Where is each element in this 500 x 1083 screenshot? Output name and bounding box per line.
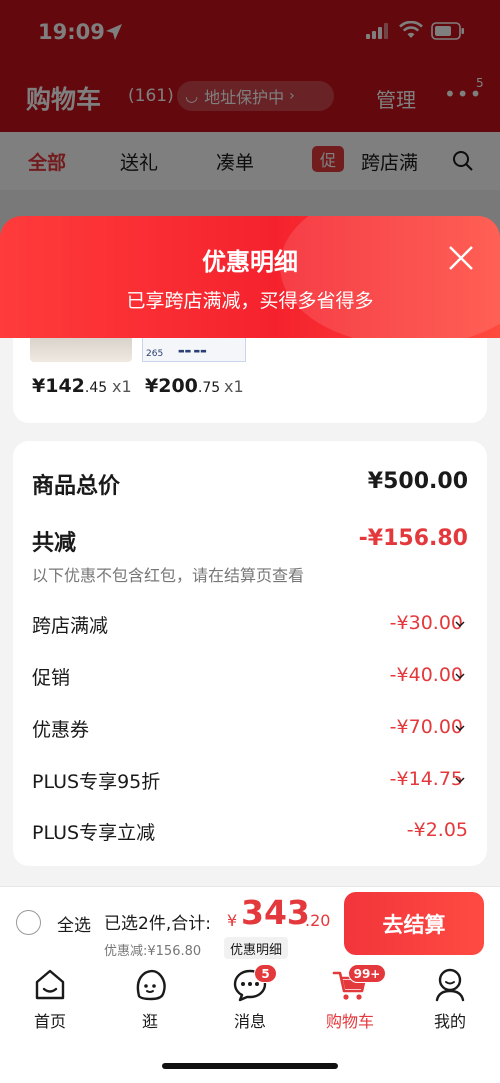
coupon-label: 优惠券 bbox=[32, 719, 90, 741]
chevron-down-icon[interactable] bbox=[455, 672, 465, 680]
thumbnail-text: 265 bbox=[146, 349, 164, 359]
profile-icon bbox=[435, 968, 465, 1002]
total-amount: 343 bbox=[241, 893, 310, 932]
cart-badge: 99+ bbox=[348, 964, 386, 983]
promotion-label: 促销 bbox=[32, 667, 71, 689]
total-price-label: 商品总价 bbox=[32, 474, 121, 499]
home-icon bbox=[35, 969, 65, 1000]
chevron-down-icon[interactable] bbox=[455, 620, 465, 628]
total-currency: ¥ bbox=[227, 911, 238, 930]
discount-detail-card bbox=[13, 441, 487, 866]
nav-cart-label: 购物车 bbox=[325, 1012, 374, 1031]
nav-messages-label: 消息 bbox=[233, 1012, 266, 1031]
chevron-down-icon[interactable] bbox=[455, 724, 465, 732]
plus-95-discount-label: PLUS专享95折 bbox=[32, 771, 161, 793]
home-indicator bbox=[162, 1063, 338, 1069]
coupon-value[interactable]: -¥70.00 bbox=[390, 716, 463, 738]
total-reduce-value: -¥156.80 bbox=[358, 526, 468, 551]
nav-home-label: 首页 bbox=[33, 1012, 66, 1031]
nav-browse[interactable]: 逛 bbox=[115, 966, 185, 1032]
total-reduce-label: 共减 bbox=[32, 531, 77, 556]
discount-note: 以下优惠不包含红包，请在结算页查看 bbox=[32, 566, 305, 585]
product-price: ¥142.45 bbox=[32, 375, 108, 397]
checkout-button[interactable]: 去结算 bbox=[344, 892, 484, 955]
sheet-subtitle: 已享跨店满减，买得多省得多 bbox=[126, 290, 374, 312]
sheet-header bbox=[0, 216, 500, 338]
face-icon bbox=[136, 969, 166, 1001]
product-price: ¥200.75 bbox=[145, 375, 221, 397]
product-qty: x1 bbox=[224, 377, 244, 396]
discount-total-line: 优惠减:¥156.80 bbox=[104, 944, 202, 959]
total-price-value: ¥500.00 bbox=[367, 469, 468, 494]
selected-count-info: 已选2件,合计: bbox=[104, 914, 211, 934]
product-qty: x1 bbox=[112, 377, 132, 396]
sheet-title: 优惠明细 bbox=[202, 248, 298, 276]
message-badge: 5 bbox=[254, 964, 277, 983]
plus-instant-discount-value: -¥2.05 bbox=[406, 819, 468, 841]
select-all-label[interactable]: 全选 bbox=[57, 911, 91, 936]
chevron-down-icon[interactable] bbox=[455, 776, 465, 784]
nav-home[interactable]: 首页 bbox=[15, 966, 85, 1032]
product-thumbnail[interactable] bbox=[30, 338, 132, 362]
select-all-radio[interactable] bbox=[16, 910, 41, 935]
nav-profile[interactable]: 我的 bbox=[415, 966, 485, 1032]
discount-detail-button[interactable]: 优惠明细 bbox=[224, 937, 289, 959]
promotion-value[interactable]: -¥40.00 bbox=[390, 664, 463, 686]
plus-95-discount-value[interactable]: -¥14.75 bbox=[390, 768, 463, 790]
plus-instant-discount-label: PLUS专享立减 bbox=[32, 822, 156, 844]
cross-store-discount-value[interactable]: -¥30.00 bbox=[390, 612, 463, 634]
cross-store-discount-label: 跨店满减 bbox=[32, 615, 109, 637]
nav-browse-label: 逛 bbox=[141, 1012, 158, 1031]
thumbnail-label-graphic: ▬▬ ▬▬ bbox=[178, 347, 207, 355]
close-icon[interactable] bbox=[446, 243, 476, 273]
nav-profile-label: 我的 bbox=[433, 1012, 466, 1031]
total-amount-decimal: .20 bbox=[305, 911, 331, 930]
